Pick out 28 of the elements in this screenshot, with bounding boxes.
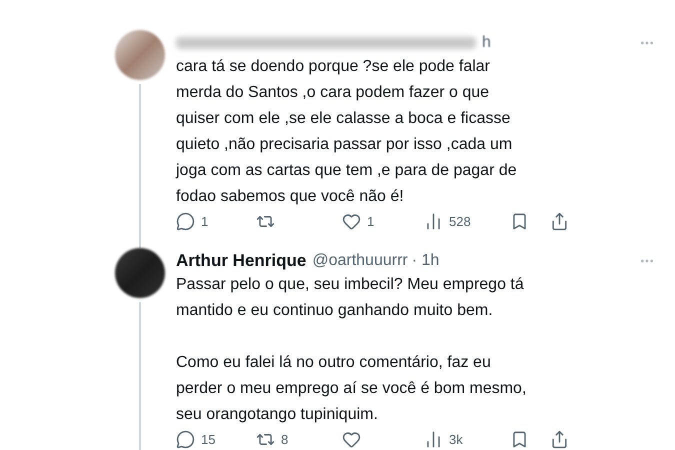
bar-chart-icon: [424, 212, 443, 232]
heart-icon: [342, 212, 361, 232]
author-handle[interactable]: @oarthuuurrr: [312, 248, 408, 272]
views-button[interactable]: 528: [424, 212, 471, 232]
bookmark-button[interactable]: [510, 430, 529, 449]
avatar[interactable]: [115, 248, 165, 298]
bookmark-button[interactable]: [510, 212, 529, 232]
tweet-text: Passar pelo o que, seu imbecil? Meu emprego tá mantido e eu continuo ganhando muito bem. Como eu falei lá no outro comentário, faz eu perder o meu emprego aí se você é bom mesmo, seu orangotango tupiniquim.: [176, 274, 528, 424]
like-button[interactable]: [342, 430, 361, 449]
like-button[interactable]: 1: [342, 212, 374, 232]
share-icon: [550, 212, 569, 232]
share-button[interactable]: [550, 212, 569, 232]
bookmark-icon: [510, 212, 529, 232]
reply-icon: [176, 430, 195, 449]
tweet-time[interactable]: h: [482, 31, 491, 55]
reply-icon: [176, 212, 195, 232]
share-button[interactable]: [550, 430, 569, 449]
reply-button[interactable]: 15: [176, 430, 216, 449]
author-name[interactable]: Arthur Henrique: [176, 248, 306, 274]
views-button[interactable]: 3k: [424, 430, 463, 449]
heart-icon: [342, 430, 361, 449]
tweet-text: cara tá se doendo porque ?se ele pode falar merda do Santos ,o cara podem fazer o que quiser com ele ,se ele calasse a boca e ficasse quieto ,não precisaria passar por isso ,cada um joga com as cartas que tem ,e para de pagar de fodao sabemos que você não é!: [176, 57, 518, 207]
tweet-time[interactable]: · 1h: [412, 248, 440, 272]
retweet-button[interactable]: 8: [256, 430, 288, 449]
reply-button[interactable]: 1: [176, 212, 208, 232]
bar-chart-icon: [424, 430, 443, 449]
share-icon: [550, 430, 569, 449]
bookmark-icon: [510, 430, 529, 449]
